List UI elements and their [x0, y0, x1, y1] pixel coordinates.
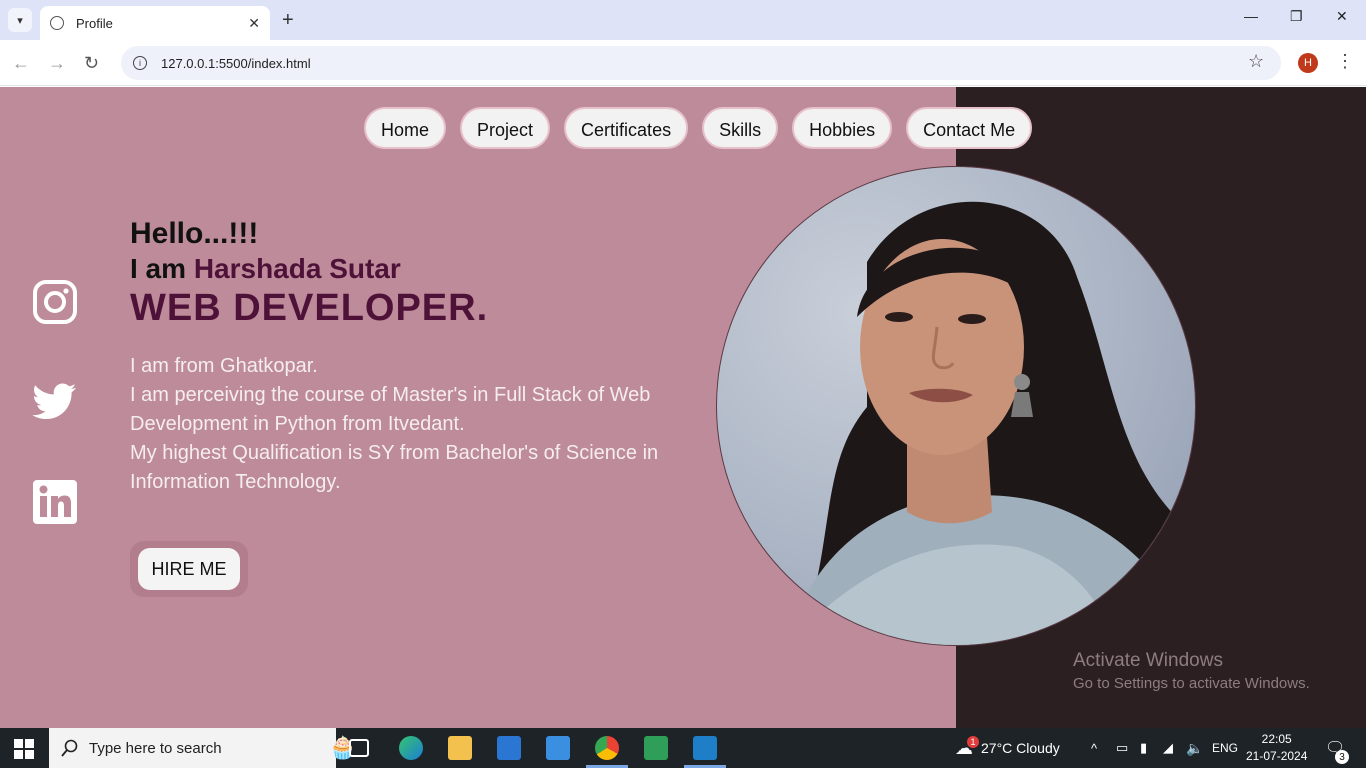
- tab-search-button[interactable]: ▾: [8, 8, 32, 32]
- profile-avatar[interactable]: H: [1298, 53, 1318, 73]
- new-tab-button[interactable]: +: [282, 8, 294, 32]
- search-icon: [61, 739, 78, 757]
- watermark-subtitle: Go to Settings to activate Windows.: [1073, 675, 1310, 692]
- bookmark-star-icon[interactable]: ☆: [1248, 51, 1264, 72]
- windows-taskbar: Type here to search 🧁 ☁ 27°C Cloudy ^ ▭ …: [0, 728, 1366, 768]
- browser-tabstrip: ▾ Profile ✕ + — ❐ ✕: [0, 0, 1366, 40]
- weather-widget[interactable]: ☁ 27°C Cloudy: [955, 728, 1060, 768]
- tab-close-icon[interactable]: ✕: [248, 15, 260, 32]
- bio-line: My highest Qualification is SY from Bach…: [130, 442, 659, 493]
- profile-photo: [716, 166, 1196, 646]
- page-content: Home Project Certificates Skills Hobbies…: [0, 87, 1366, 728]
- minimize-button[interactable]: —: [1244, 8, 1258, 24]
- hero-section: Hello...!!! I am Harshada Sutar WEB DEVE…: [130, 217, 690, 497]
- forward-button[interactable]: →: [48, 51, 66, 75]
- search-placeholder: Type here to search: [89, 739, 222, 757]
- edge-icon[interactable]: [399, 736, 423, 760]
- tab-title: Profile: [76, 15, 113, 31]
- taskbar-search[interactable]: Type here to search 🧁: [49, 728, 356, 768]
- tray-device-icon[interactable]: ▭: [1116, 728, 1128, 768]
- weather-text: 27°C Cloudy: [981, 740, 1060, 756]
- language-indicator[interactable]: ENG: [1212, 728, 1238, 768]
- nav-project[interactable]: Project: [460, 107, 551, 149]
- site-info-icon[interactable]: i: [133, 56, 147, 70]
- nav-certificates[interactable]: Certificates: [564, 107, 689, 149]
- nav-hobbies[interactable]: Hobbies: [792, 107, 893, 149]
- bio-text: I am from Ghatkopar. I am perceiving the…: [130, 352, 690, 497]
- mail-icon[interactable]: [546, 736, 570, 760]
- hire-me-button[interactable]: HIRE ME: [138, 548, 240, 590]
- chrome-icon[interactable]: [595, 736, 619, 760]
- task-view-icon[interactable]: [349, 739, 369, 757]
- network-icon[interactable]: ◢: [1163, 728, 1173, 768]
- file-explorer-icon[interactable]: [448, 736, 472, 760]
- nav-home[interactable]: Home: [364, 107, 447, 149]
- vscode-icon[interactable]: [693, 736, 717, 760]
- store-icon[interactable]: [497, 736, 521, 760]
- back-button[interactable]: ←: [12, 51, 30, 75]
- watermark-title: Activate Windows: [1073, 650, 1223, 671]
- intro-prefix: I am: [130, 253, 194, 284]
- twitter-icon[interactable]: [32, 379, 78, 425]
- url-text: 127.0.0.1:5500/index.html: [161, 55, 311, 71]
- classroom-icon[interactable]: [644, 736, 668, 760]
- bio-line: I am from Ghatkopar.: [130, 355, 318, 377]
- reload-button[interactable]: ↻: [84, 51, 99, 75]
- browser-menu-icon[interactable]: ⋮: [1336, 51, 1354, 72]
- windows-activation-watermark: Activate Windows Go to Settings to activ…: [1073, 650, 1310, 692]
- browser-toolbar: ← → ↻ i 127.0.0.1:5500/index.html ☆ ⋮: [0, 40, 1366, 86]
- person-name: Harshada Sutar: [193, 253, 401, 284]
- globe-icon: [50, 16, 64, 30]
- linkedin-icon[interactable]: [32, 479, 78, 525]
- nav-contact-me[interactable]: Contact Me: [906, 107, 1033, 149]
- volume-icon[interactable]: 🔈: [1186, 728, 1203, 768]
- nav-skills[interactable]: Skills: [702, 107, 779, 149]
- clock[interactable]: 22:05 21-07-2024: [1246, 731, 1307, 765]
- instagram-icon[interactable]: [32, 279, 78, 325]
- clock-date: 21-07-2024: [1246, 749, 1308, 763]
- main-nav: Home Project Certificates Skills Hobbies…: [364, 107, 1033, 149]
- tray-chevron-icon[interactable]: ^: [1091, 728, 1097, 768]
- restore-button[interactable]: ❐: [1290, 8, 1303, 25]
- hire-button-wrapper: HIRE ME: [130, 541, 248, 597]
- intro-line: I am Harshada Sutar: [130, 253, 690, 285]
- windows-start-icon[interactable]: [14, 739, 34, 764]
- address-bar[interactable]: i 127.0.0.1:5500/index.html: [121, 46, 1281, 80]
- notification-count-badge: 3: [1335, 750, 1349, 764]
- close-window-button[interactable]: ✕: [1336, 8, 1348, 25]
- social-links: [32, 279, 78, 579]
- greeting: Hello...!!!: [130, 217, 259, 250]
- bio-line: I am perceiving the course of Master's i…: [130, 384, 651, 435]
- battery-icon[interactable]: ▮: [1140, 728, 1147, 768]
- clock-time: 22:05: [1261, 732, 1292, 746]
- browser-tab[interactable]: Profile ✕: [40, 6, 270, 40]
- role-title: WEB DEVELOPER.: [130, 287, 489, 329]
- weather-badge: 1: [967, 736, 979, 748]
